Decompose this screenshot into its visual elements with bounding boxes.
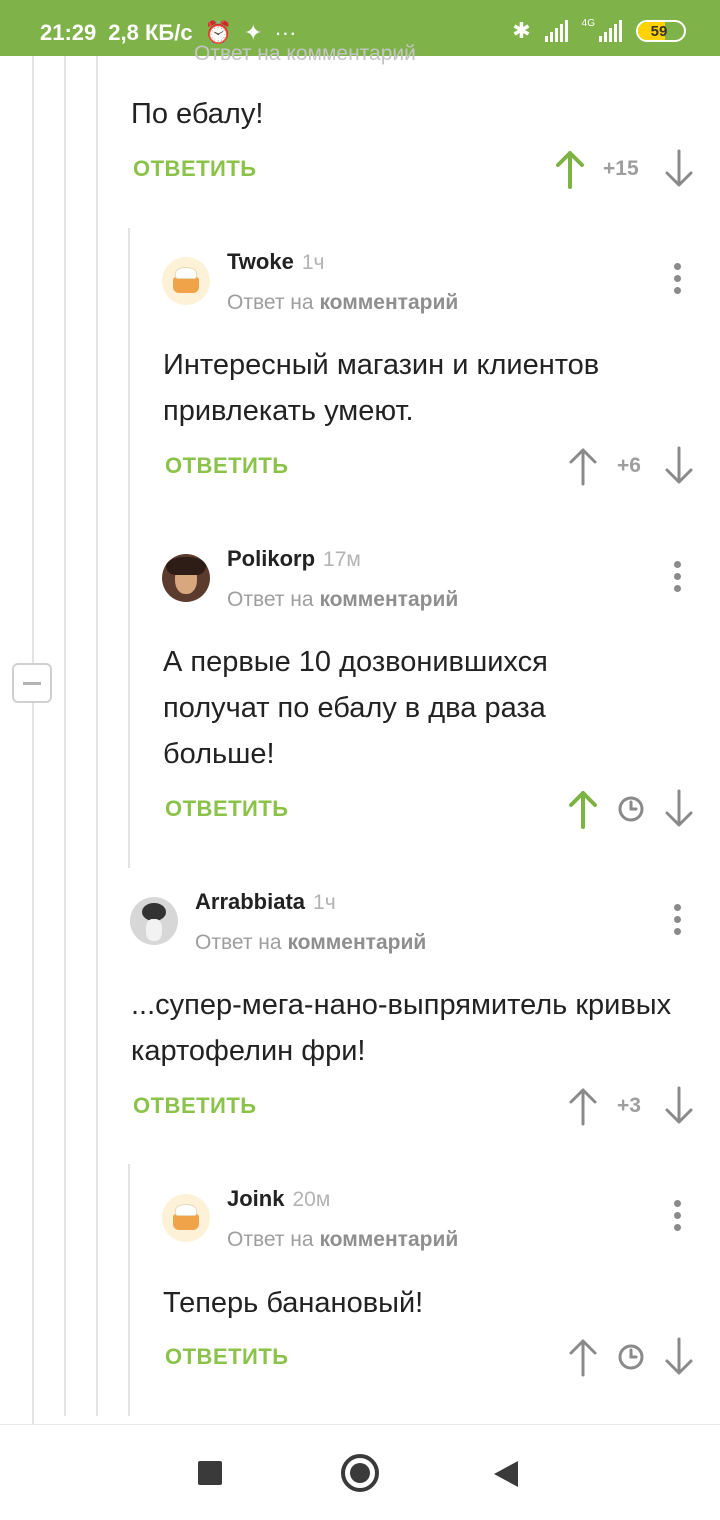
clock-icon — [616, 1337, 646, 1377]
comment-text: А первые 10 дозвонившихся получат по еба… — [163, 646, 548, 770]
score: +3 — [617, 1094, 641, 1117]
collapse-thread-button[interactable] — [12, 663, 52, 703]
more-options-icon[interactable] — [665, 1199, 689, 1233]
thread-line — [64, 56, 66, 1416]
upvote-icon[interactable] — [568, 1086, 598, 1126]
more-options-icon[interactable] — [665, 560, 689, 594]
recent-apps-icon[interactable] — [198, 1461, 222, 1485]
avatar[interactable] — [130, 897, 178, 945]
home-icon[interactable] — [341, 1454, 379, 1492]
partial-reply-to: Ответ на комментарий — [194, 42, 416, 65]
more-options-icon[interactable] — [665, 262, 689, 296]
status-time: 21:29 — [40, 20, 97, 45]
downvote-icon[interactable] — [664, 446, 694, 486]
upvote-icon[interactable] — [568, 1337, 598, 1377]
score: +15 — [603, 157, 639, 180]
downvote-icon[interactable] — [664, 149, 694, 189]
thread-line[interactable] — [128, 228, 130, 868]
battery-level: 59 — [650, 23, 668, 40]
comment-text: По ебалу! — [131, 98, 264, 130]
reply-button[interactable]: ОТВЕТИТЬ — [165, 796, 289, 822]
clock-icon — [616, 789, 646, 829]
comment-text: ...супер-мега-нано-выпрямитель кривых ка… — [131, 989, 672, 1067]
signal-icon — [544, 20, 568, 42]
comment-text: Интересный магазин и клиентов привлекать… — [163, 349, 600, 427]
network-type: 4G — [581, 18, 595, 29]
comment-time: 1ч — [313, 891, 336, 914]
reply-button[interactable]: ОТВЕТИТЬ — [133, 156, 257, 182]
downvote-icon[interactable] — [664, 789, 694, 829]
avatar[interactable] — [162, 1194, 210, 1242]
avatar[interactable] — [162, 257, 210, 305]
comment-time: 20м — [292, 1188, 331, 1211]
reply-to-prefix: Ответ на — [227, 588, 314, 611]
thread-line — [96, 56, 98, 1416]
downvote-icon[interactable] — [664, 1337, 694, 1377]
reply-to-prefix: Ответ на — [227, 291, 314, 314]
comment-author[interactable]: Twoke 1ч — [227, 249, 324, 275]
reply-to-line: Ответ на комментарий — [195, 931, 426, 955]
comment-author[interactable]: Joink 20м — [227, 1186, 330, 1212]
reply-to-link[interactable]: комментарий — [319, 588, 458, 611]
downvote-icon[interactable] — [664, 1086, 694, 1126]
system-nav-bar — [0, 1424, 720, 1520]
bluetooth-icon: ✱ — [512, 18, 531, 43]
reply-to-link[interactable]: комментарий — [319, 291, 458, 314]
author-name[interactable]: Polikorp — [227, 546, 315, 571]
author-name[interactable]: Arrabbiata — [195, 889, 305, 914]
reply-to-line: Ответ на комментарий — [227, 291, 458, 315]
score: +6 — [617, 454, 641, 477]
upvote-icon[interactable] — [555, 149, 585, 189]
reply-to-prefix: Ответ на — [227, 1228, 314, 1251]
battery-icon: 59 — [636, 20, 686, 42]
thread-line — [32, 56, 34, 1424]
reply-button[interactable]: ОТВЕТИТЬ — [133, 1093, 257, 1119]
reply-to-line: Ответ на комментарий — [227, 1228, 458, 1252]
reply-to-link[interactable]: комментарий — [319, 1228, 458, 1251]
status-speed: 2,8 КБ/с — [108, 20, 193, 45]
author-name[interactable]: Joink — [227, 1186, 284, 1211]
thread-line[interactable] — [128, 1164, 130, 1416]
comment-text: Теперь банановый! — [163, 1287, 424, 1319]
upvote-icon[interactable] — [568, 446, 598, 486]
more-options-icon[interactable] — [665, 903, 689, 937]
reply-to-line: Ответ на комментарий — [227, 588, 458, 612]
back-icon[interactable] — [494, 1461, 518, 1487]
comment-author[interactable]: Arrabbiata 1ч — [195, 889, 336, 915]
comment-time: 1ч — [301, 251, 325, 274]
reply-button[interactable]: ОТВЕТИТЬ — [165, 453, 289, 479]
reply-button[interactable]: ОТВЕТИТЬ — [165, 1344, 289, 1370]
reply-to-prefix: Ответ на — [195, 931, 282, 954]
upvote-icon[interactable] — [568, 789, 598, 829]
reply-to-link[interactable]: комментарий — [287, 931, 426, 954]
avatar[interactable] — [162, 554, 210, 602]
comment-time: 17м — [323, 548, 361, 571]
signal-icon-2 — [599, 20, 622, 42]
author-name[interactable]: Twoke — [227, 249, 294, 274]
comment-author[interactable]: Polikorp 17м — [227, 546, 361, 572]
